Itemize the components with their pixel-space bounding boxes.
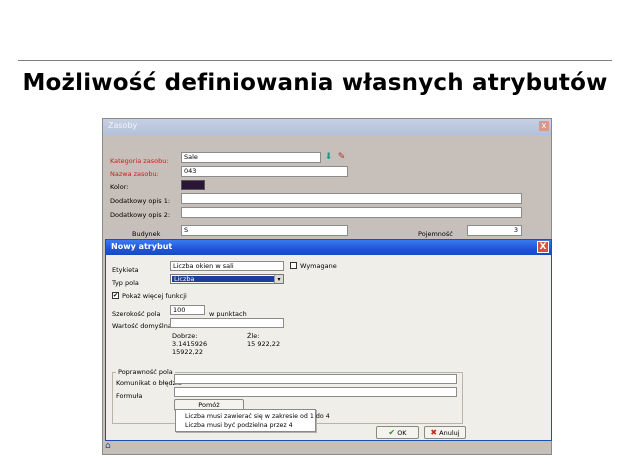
dialog-titlebar[interactable]: Nowy atrybut X: [106, 240, 551, 255]
formula-label: Formuła: [116, 392, 143, 400]
home-icon[interactable]: ⌂: [105, 441, 116, 452]
poprawnosc-label: Poprawność pola: [116, 368, 175, 376]
kolor-label: Kolor:: [110, 183, 129, 191]
nazwa-field[interactable]: 043: [181, 166, 348, 177]
cross-icon: ✖: [430, 428, 438, 437]
pojemnosc-label: Pojemność: [418, 230, 453, 238]
pokaz-checkbox[interactable]: ✔: [112, 292, 119, 299]
pokaz-label: Pokaż więcej funkcji: [122, 292, 187, 300]
hint-item[interactable]: Liczba musi być podzielna przez 4: [185, 422, 293, 429]
kategoria-label: Kategoria zasobu:: [110, 157, 169, 165]
anuluj-button[interactable]: ✖ Anuluj: [424, 426, 466, 439]
dialog-title: Nowy atrybut: [111, 242, 173, 251]
dobrze-label: Dobrze:: [172, 332, 198, 340]
anuluj-button-label: Anuluj: [439, 429, 460, 437]
zasoby-title: Zasoby: [108, 121, 138, 130]
typ-pola-label: Typ pola: [112, 279, 139, 287]
chevron-down-icon[interactable]: ▾: [274, 275, 283, 283]
dialog-close-button[interactable]: X: [537, 241, 549, 253]
ok-button[interactable]: ✔ OK: [376, 426, 419, 439]
kategoria-field[interactable]: Sale: [181, 152, 321, 163]
pojemnosc-field[interactable]: 3: [467, 225, 522, 236]
szerokosc-label: Szerokość pola: [112, 310, 161, 318]
wartosc-label: Wartość domyślna: [112, 322, 172, 330]
zasoby-close-button[interactable]: x: [539, 121, 549, 131]
ok-button-label: OK: [397, 429, 407, 437]
opis2-label: Dodatkowy opis 2:: [110, 211, 171, 219]
formula-field[interactable]: [174, 387, 457, 397]
opis2-field[interactable]: [181, 207, 522, 218]
slide-title: Możliwość definiowania własnych atrybutó…: [22, 70, 608, 96]
hint-item[interactable]: Liczba musi zawierać się w zakresie od 1…: [185, 413, 330, 420]
color-swatch[interactable]: [181, 180, 205, 190]
komunikat-field[interactable]: [174, 374, 457, 384]
zle-label: Źle:: [247, 332, 260, 340]
zle-example-1: 15 922,22: [247, 340, 281, 348]
dobrze-example-2: 15922,22: [172, 348, 204, 356]
wartosc-field[interactable]: [170, 318, 284, 328]
szerokosc-field[interactable]: 100: [170, 305, 205, 315]
typ-pola-selected-value: Liczba: [172, 276, 274, 283]
w-punktach-label: w punktach: [209, 310, 247, 318]
checkmark-icon: ✔: [388, 428, 396, 437]
dobrze-example-1: 3.1415926: [172, 340, 208, 348]
opis1-label: Dodatkowy opis 1:: [110, 197, 171, 205]
zasoby-titlebar[interactable]: Zasoby x: [103, 119, 551, 135]
opis1-field[interactable]: [181, 193, 522, 204]
hint-popup: Liczba musi zawierać się w zakresie od 1…: [175, 409, 330, 432]
komunikat-label: Komunikat o błędzie: [116, 379, 182, 387]
typ-pola-select[interactable]: Liczba ▾: [170, 274, 284, 284]
wymagane-checkbox[interactable]: [290, 262, 297, 269]
budynek-label: Budynek: [132, 230, 161, 238]
budynek-field[interactable]: S: [181, 225, 348, 236]
title-divider: [18, 60, 612, 61]
etykieta-field[interactable]: Liczba okien w sali: [170, 261, 284, 271]
nazwa-label: Nazwa zasobu:: [110, 170, 159, 178]
etykieta-label: Etykieta: [112, 266, 139, 274]
wymagane-label: Wymagane: [300, 262, 337, 270]
edit-brush-icon[interactable]: ✎: [336, 152, 347, 163]
download-arrow-icon[interactable]: ⬇: [323, 152, 334, 163]
